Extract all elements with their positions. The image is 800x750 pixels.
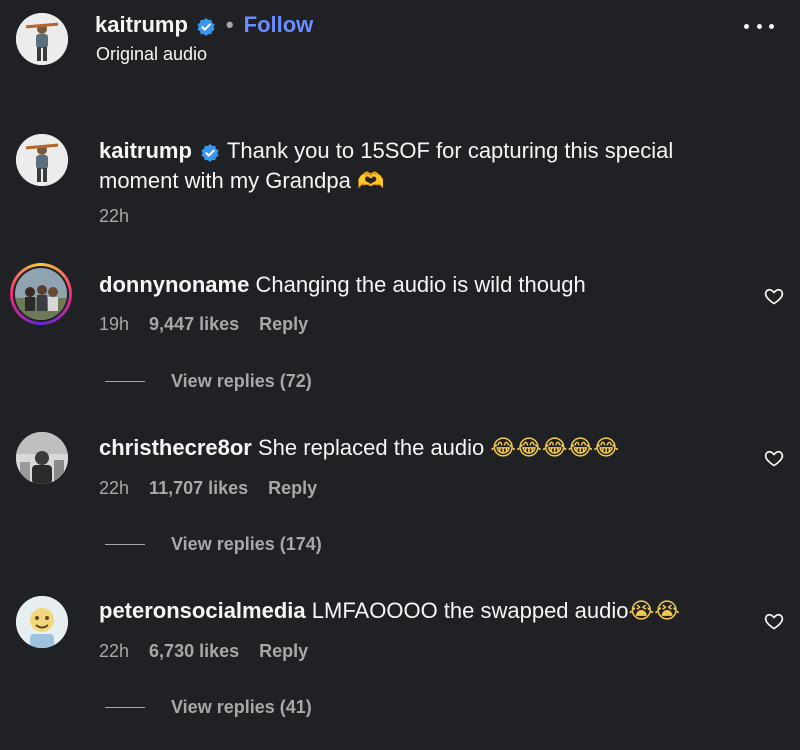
- comment-avatar[interactable]: [16, 432, 68, 484]
- audio-label[interactable]: Original audio: [96, 44, 207, 65]
- caption-text: kaitrump Thank you to 15SOF for capturin…: [99, 136, 759, 197]
- more-dot: [769, 23, 774, 29]
- heart-icon[interactable]: [764, 611, 784, 631]
- header-username[interactable]: kaitrump: [95, 10, 188, 40]
- comment-text: donnynoname Changing the audio is wild t…: [99, 270, 586, 300]
- comment-avatar-story-ring[interactable]: [10, 263, 72, 325]
- comment-meta: 22h 11,707 likes Reply: [99, 478, 317, 499]
- comment-body: She replaced the audio: [257, 435, 485, 460]
- avatar-image: [15, 268, 67, 320]
- more-dot: [744, 23, 749, 29]
- comment-likes[interactable]: 6,730 likes: [149, 641, 239, 662]
- heart-icon[interactable]: [764, 448, 784, 468]
- caption-username[interactable]: kaitrump: [99, 136, 192, 166]
- avatar-image: [16, 596, 68, 648]
- comment-username[interactable]: christhecre8or: [99, 435, 252, 460]
- view-replies-button[interactable]: View replies (41): [105, 697, 312, 718]
- heart-icon[interactable]: [764, 286, 784, 306]
- comment-text: peteronsocialmedia LMFAOOOO the swapped …: [99, 596, 680, 627]
- verified-badge-icon: [196, 15, 216, 36]
- replies-divider: [105, 544, 145, 545]
- avatar-image: [16, 432, 68, 484]
- comment-time[interactable]: 22h: [99, 478, 129, 499]
- laughing-emoji: 😂😂😂😂😂: [490, 436, 619, 461]
- comment-body: Changing the audio is wild though: [255, 272, 586, 297]
- view-replies-button[interactable]: View replies (72): [105, 371, 312, 392]
- reply-button[interactable]: Reply: [268, 478, 317, 499]
- follow-button[interactable]: Follow: [244, 10, 314, 40]
- comment-username[interactable]: donnynoname: [99, 272, 249, 297]
- replies-divider: [105, 707, 145, 708]
- replies-divider: [105, 381, 145, 382]
- comment-body: LMFAOOOO the swapped audio: [311, 598, 629, 623]
- comment-meta: 19h 9,447 likes Reply: [99, 314, 308, 335]
- crying-emoji: 😭😭: [628, 599, 680, 624]
- view-replies-label: View replies (174): [171, 534, 322, 554]
- comment-meta: 22h 6,730 likes Reply: [99, 641, 308, 662]
- separator-dot: •: [225, 12, 234, 37]
- comment-time[interactable]: 22h: [99, 641, 129, 662]
- caption-line-1: Thank you to 15SOF for capturing this sp…: [226, 138, 674, 163]
- avatar-image: [16, 13, 68, 65]
- comment-likes[interactable]: 9,447 likes: [149, 314, 239, 335]
- header-title: kaitrump • Follow: [95, 10, 313, 40]
- caption-time[interactable]: 22h: [99, 206, 129, 227]
- caption-avatar[interactable]: [16, 134, 68, 186]
- more-dot: [756, 23, 762, 29]
- comment-avatar[interactable]: [16, 596, 68, 648]
- comment-likes[interactable]: 11,707 likes: [149, 478, 248, 499]
- comment-time[interactable]: 19h: [99, 314, 129, 335]
- comment-username[interactable]: peteronsocialmedia: [99, 598, 306, 623]
- view-replies-label: View replies (72): [171, 371, 312, 391]
- header-avatar[interactable]: [16, 13, 68, 65]
- more-options-icon[interactable]: [744, 14, 774, 38]
- reply-button[interactable]: Reply: [259, 314, 308, 335]
- comment-text: christhecre8or She replaced the audio 😂😂…: [99, 433, 619, 464]
- caption-line-2: moment with my Grandpa: [99, 168, 351, 193]
- avatar-image: [16, 134, 68, 186]
- view-replies-label: View replies (41): [171, 697, 312, 717]
- heart-hands-emoji: 🫶: [357, 169, 385, 194]
- verified-badge-icon: [200, 141, 220, 162]
- view-replies-button[interactable]: View replies (174): [105, 534, 322, 555]
- reply-button[interactable]: Reply: [259, 641, 308, 662]
